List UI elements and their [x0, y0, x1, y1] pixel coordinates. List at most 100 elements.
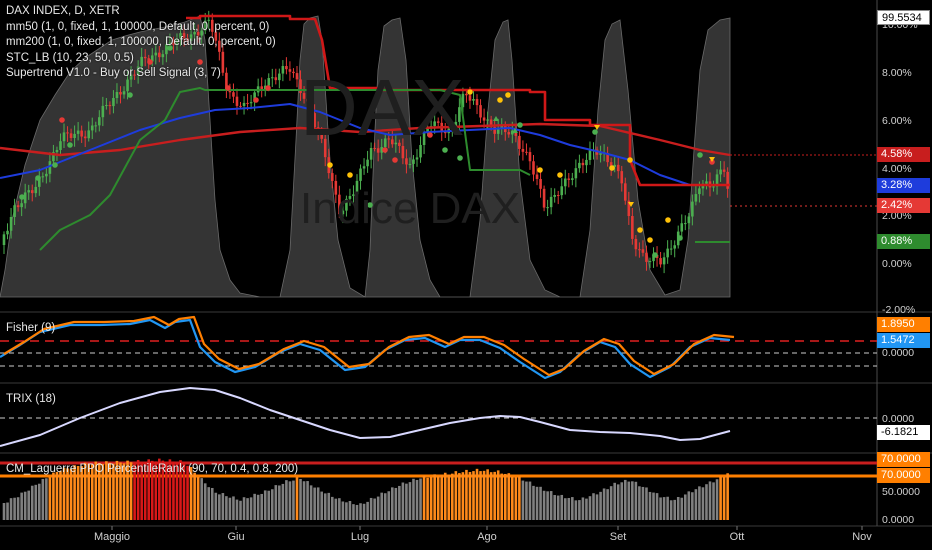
laguerre-bar — [535, 486, 539, 520]
laguerre-bar — [613, 482, 616, 520]
candle-body — [479, 105, 482, 118]
laguerre-bar — [327, 492, 331, 520]
signal-dot — [517, 122, 523, 128]
badge-close: 2.42% — [877, 198, 930, 213]
laguerre-bar — [503, 473, 507, 520]
candle-body — [115, 92, 119, 99]
candle-body — [486, 119, 489, 121]
candle-body — [475, 99, 479, 106]
candle-body — [415, 157, 419, 160]
laguerre-bar — [669, 500, 673, 520]
y-tick: 4.00% — [882, 163, 912, 175]
candle-body — [242, 102, 246, 106]
laguerre-tick-0: 0.0000 — [882, 514, 915, 526]
signal-dot — [225, 85, 231, 91]
study-mm50[interactable]: mm50 (1, 0, fixed, 1, 100000, Default, 0… — [6, 20, 276, 36]
laguerre-bar — [405, 483, 408, 520]
symbol-title[interactable]: DAX INDEX, D, XETR — [6, 4, 276, 20]
study-supertrend[interactable]: Supertrend V1.0 - Buy or Sell Signal (3,… — [6, 66, 276, 82]
candle-body — [260, 86, 263, 89]
laguerre-bar — [359, 503, 362, 520]
candle-body — [507, 132, 511, 135]
badge-mm200: 4.58% — [877, 147, 930, 162]
candle-body — [620, 171, 624, 184]
laguerre-bar — [366, 501, 369, 520]
laguerre-bar — [549, 491, 553, 520]
laguerre-bar — [362, 503, 366, 520]
laguerre-bar — [648, 491, 652, 520]
trix-label[interactable]: TRIX (18) — [6, 393, 56, 405]
candle-body — [616, 164, 620, 172]
laguerre-bar — [486, 469, 489, 520]
laguerre-bar — [23, 491, 27, 520]
laguerre-bar — [383, 493, 387, 520]
laguerre-bar — [263, 490, 267, 520]
candle-body — [34, 186, 38, 194]
laguerre-bar — [694, 489, 698, 520]
candle-body — [330, 173, 334, 181]
fisher-line — [0, 318, 731, 380]
laguerre-bar — [680, 497, 684, 520]
signal-dot — [457, 155, 463, 161]
laguerre-bar — [45, 478, 48, 520]
laguerre-bar — [200, 478, 203, 520]
candle-body — [323, 138, 327, 158]
laguerre-bar — [373, 498, 376, 520]
laguerre-bar — [232, 496, 235, 520]
candle-body — [30, 190, 34, 194]
candle-body — [588, 150, 592, 160]
laguerre-bar — [482, 470, 486, 520]
trix-tick: 0.0000 — [882, 413, 915, 425]
laguerre-bar — [705, 484, 708, 520]
laguerre-bar — [27, 490, 31, 520]
laguerre-bar — [662, 497, 666, 520]
candle-body — [719, 169, 722, 175]
candle-body — [352, 194, 355, 197]
y-tick: 6.00% — [882, 115, 912, 127]
laguerre-bar — [292, 480, 295, 520]
study-mm200[interactable]: mm200 (1, 0, fixed, 1, 100000, Default, … — [6, 35, 276, 51]
laguerre-bar — [348, 500, 352, 520]
laguerre-bar — [246, 498, 249, 520]
badge-laguerre-1: 70.0000 — [877, 452, 930, 467]
laguerre-bar — [683, 494, 687, 520]
laguerre-label[interactable]: CM_Laguerre PPO PercentileRank (90, 70, … — [6, 463, 298, 475]
badge-laguerre-2: 70.0000 — [877, 468, 930, 483]
laguerre-bar — [323, 493, 327, 520]
laguerre-bar — [514, 477, 518, 520]
candle-body — [73, 133, 76, 138]
laguerre-bar — [528, 481, 532, 520]
candle-body — [722, 169, 726, 172]
signal-dot — [327, 162, 333, 168]
laguerre-bar — [645, 487, 648, 520]
badge-fisher-blue: 1.5472 — [877, 333, 930, 348]
candle-body — [292, 71, 295, 74]
laguerre-bar — [302, 481, 306, 520]
fisher-label[interactable]: Fisher (9) — [6, 322, 55, 334]
laguerre-bar — [496, 470, 500, 520]
laguerre-bar — [330, 496, 334, 520]
signal-dot — [382, 147, 388, 153]
candle-body — [355, 180, 359, 195]
laguerre-bar — [341, 501, 345, 520]
study-stc[interactable]: STC_LB (10, 23, 50, 0.5) — [6, 51, 276, 67]
laguerre-bar — [394, 487, 398, 520]
laguerre-bar — [567, 497, 571, 520]
y-tick: 0.00% — [882, 258, 912, 270]
signal-dot — [627, 157, 633, 163]
laguerre-bar — [458, 473, 461, 520]
laguerre-bar — [316, 487, 320, 520]
laguerre-bar — [408, 482, 412, 520]
laguerre-bar — [295, 477, 299, 520]
candle-body — [571, 178, 574, 180]
laguerre-bar — [9, 498, 13, 520]
signal-dot — [392, 157, 398, 163]
candle-body — [532, 161, 535, 175]
candle-body — [94, 125, 98, 127]
laguerre-bar — [627, 481, 631, 520]
laguerre-bar — [69, 468, 73, 520]
candle-body — [405, 158, 408, 165]
laguerre-bar — [34, 484, 38, 520]
candle-body — [705, 181, 708, 184]
laguerre-bar — [376, 496, 380, 520]
